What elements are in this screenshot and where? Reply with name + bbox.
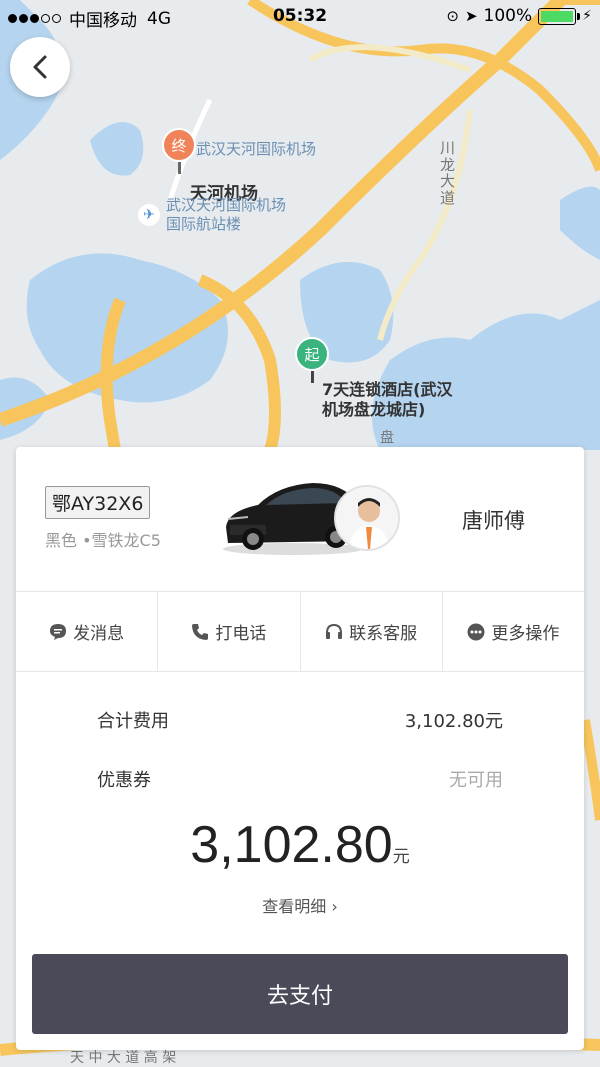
license-plate: 鄂AY32X6 (45, 486, 151, 519)
phone-icon (192, 623, 209, 640)
order-card: 鄂AY32X6 黑色 •雪铁龙C5 唐师傅 发消息 打电话 联系客服 更多操作 … (16, 447, 584, 1050)
pay-button[interactable]: 去支付 (32, 954, 568, 1034)
road-label: 川龙大道 (440, 139, 456, 207)
total-amount: 3,102.80 (190, 816, 393, 874)
customer-service-button[interactable]: 联系客服 (301, 592, 443, 671)
send-message-button[interactable]: 发消息 (16, 592, 159, 671)
message-icon (50, 623, 67, 640)
call-label: 打电话 (215, 624, 267, 644)
end-pin-tail (178, 162, 181, 174)
more-icon (467, 623, 485, 640)
start-pin-label: 7天连锁酒店(武汉机场盘龙城店) (322, 380, 453, 419)
airplane-icon: ✈ (138, 204, 160, 226)
driver-section: 鄂AY32X6 黑色 •雪铁龙C5 唐师傅 (16, 447, 584, 592)
coupon-value: 无可用 (449, 770, 503, 791)
coupon-label: 优惠券 (97, 770, 151, 791)
driver-avatar[interactable] (334, 485, 400, 551)
battery-icon (538, 7, 581, 25)
end-pin[interactable]: 终 (162, 128, 196, 162)
status-bar: 中国移动 4G 05:32 ⊙ ➤ 100% ⚡ (0, 0, 600, 34)
customer-service-label: 联系客服 (349, 624, 418, 644)
total-fee-label: 合计费用 (97, 711, 169, 732)
car-description: 黑色 •雪铁龙C5 (45, 531, 161, 550)
more-actions-button[interactable]: 更多操作 (443, 592, 584, 671)
headset-icon (326, 623, 343, 639)
start-pin[interactable]: 起 (295, 337, 329, 371)
more-actions-label: 更多操作 (491, 624, 560, 644)
call-button[interactable]: 打电话 (158, 592, 301, 671)
terminal-label: 武汉天河国际机场国际航站楼 (166, 196, 287, 233)
action-bar: 发消息 打电话 联系客服 更多操作 (16, 592, 584, 672)
driver-name: 唐师傅 (462, 509, 525, 533)
battery-percent: 100% (483, 6, 533, 26)
rotation-lock-icon: ⊙ (446, 7, 459, 25)
total-fee-value: 3,102.80元 (404, 711, 503, 732)
total-amount-block: 3,102.80元 (16, 815, 584, 875)
chevron-left-icon (33, 55, 47, 79)
driver-photo (336, 487, 398, 549)
end-pin-label: 武汉天河国际机场 (196, 140, 317, 158)
send-message-label: 发消息 (73, 624, 125, 644)
total-unit: 元 (392, 847, 410, 867)
charging-icon: ⚡ (582, 8, 592, 24)
status-right: ⊙ ➤ 100% ⚡ (446, 6, 592, 26)
view-details-link[interactable]: 查看明细 › (16, 893, 584, 917)
start-pin-tail (311, 371, 314, 383)
map-bottom-label: 盘 (380, 430, 394, 446)
back-button[interactable] (10, 37, 70, 97)
location-arrow-icon: ➤ (464, 7, 478, 25)
map-bottom-road-label: 天 中 大 道 高 架 (70, 1050, 177, 1066)
